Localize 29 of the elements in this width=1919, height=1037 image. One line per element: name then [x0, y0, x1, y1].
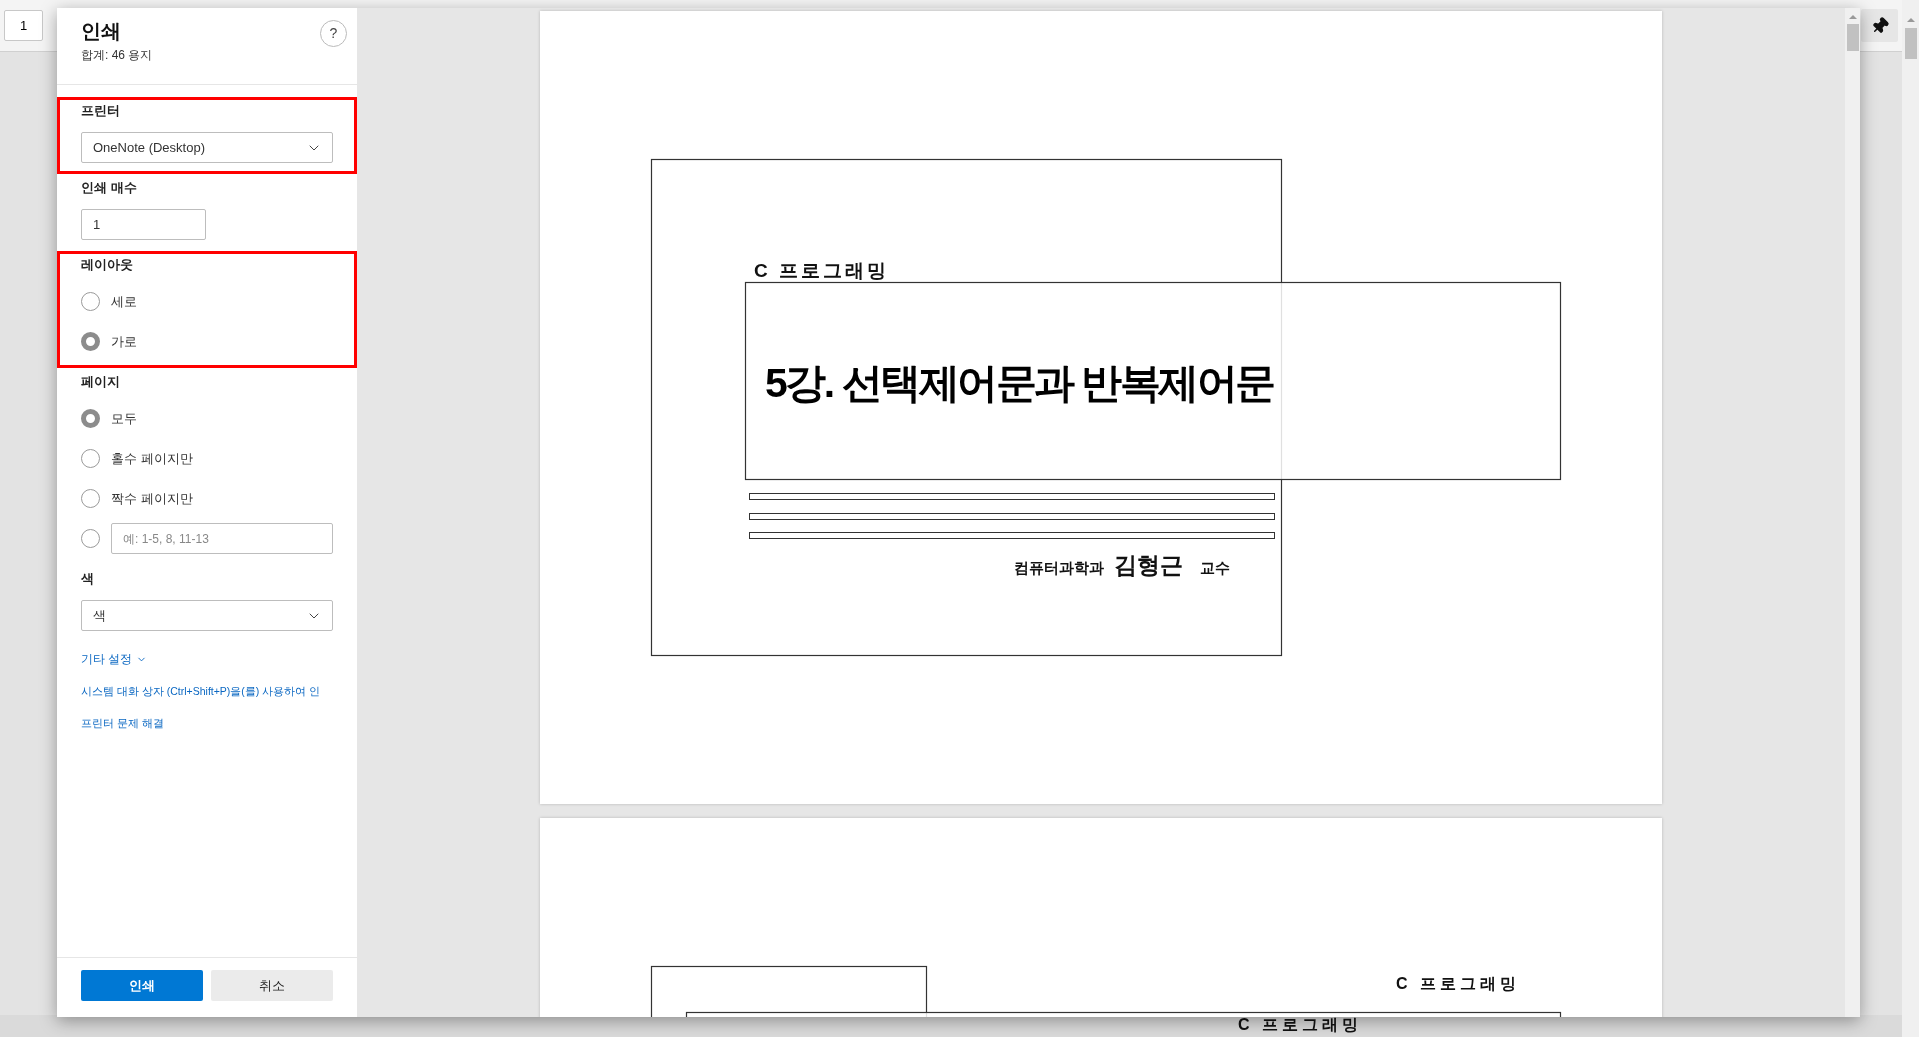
radio-label: 가로	[111, 332, 137, 351]
page-number-field[interactable]: 1	[4, 10, 43, 41]
section-label: 색	[81, 571, 95, 587]
radio-label: 모두	[111, 409, 137, 428]
dropdown[interactable]: 색	[81, 600, 333, 631]
dialog-link[interactable]: 프린터 문제 해결	[81, 715, 164, 732]
section-label: 레이아웃	[81, 257, 134, 273]
radio-label: 짝수 페이지만	[111, 489, 193, 508]
copies-field[interactable]: 1	[81, 209, 206, 240]
section-label: 페이지	[81, 374, 121, 390]
sheet-count: 합계: 46 용지	[81, 47, 153, 64]
section-label: 인쇄 매수	[81, 180, 138, 196]
slide-header: C 프로그래밍	[754, 260, 889, 281]
slide-header: C 프로그래밍	[1396, 975, 1520, 992]
more-settings-link[interactable]: 기타 설정	[81, 650, 148, 668]
slide-title: 5강. 선택제어문과 반복제어문	[765, 360, 1274, 406]
section-label: 프린터	[81, 103, 121, 119]
dropdown[interactable]: OneNote (Desktop)	[81, 132, 333, 163]
dialog-link[interactable]: 시스템 대화 상자 (Ctrl+Shift+P)을(를) 사용하여 인	[81, 684, 321, 700]
dialog-title: 인쇄	[81, 19, 122, 44]
author-department: 컴퓨터과학과	[1014, 559, 1104, 576]
footer-text: C 프로그래밍	[1238, 1017, 1362, 1033]
author-title: 교수	[1200, 559, 1230, 576]
page-range-field[interactable]: 예: 1-5, 8, 11-13	[111, 523, 333, 554]
author-name: 김형근	[1114, 552, 1183, 578]
print-button[interactable]: 인쇄	[81, 970, 203, 1001]
cancel-button[interactable]: 취소	[211, 970, 333, 1001]
radio-label: 세로	[111, 292, 137, 311]
radio-label: 홀수 페이지만	[111, 449, 193, 468]
